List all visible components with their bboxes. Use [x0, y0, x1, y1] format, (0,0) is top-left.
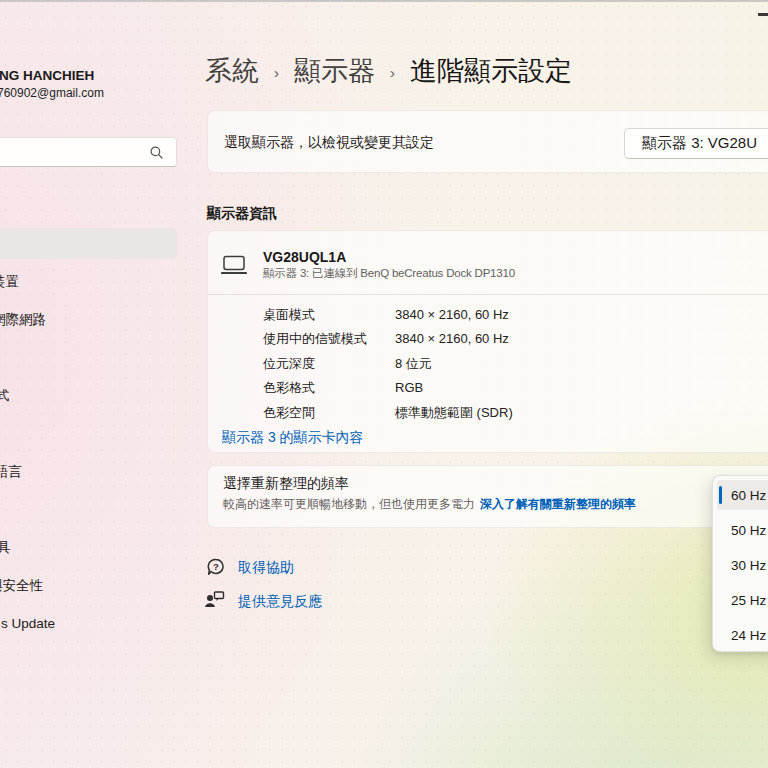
- sidebar-item-system-selected[interactable]: [0, 228, 177, 259]
- info-value: 8 位元: [395, 354, 432, 374]
- window-top-edge: [0, 0, 768, 2]
- info-value: 3840 × 2160, 60 Hz: [395, 329, 509, 349]
- breadcrumb-display[interactable]: 顯示器: [294, 53, 375, 89]
- learn-more-link[interactable]: 深入了解有關重新整理的頻率: [480, 497, 636, 511]
- get-help-icon: ?: [207, 558, 225, 576]
- select-display-label: 選取顯示器，以檢視或變更其設定: [224, 111, 434, 174]
- feedback-icon: [204, 590, 225, 609]
- search-input[interactable]: [0, 137, 177, 167]
- refresh-rate-title: 選擇重新整理的頻率: [223, 475, 349, 493]
- info-label: 桌面模式: [263, 307, 315, 322]
- info-label: 使用中的信號模式: [263, 331, 367, 346]
- display-info-section-title: 顯示器資訊: [207, 205, 277, 223]
- menu-item-label: 60 Hz: [731, 488, 766, 503]
- refresh-rate-card: 選擇重新整理的頻率 較高的速率可更順暢地移動，但也使用更多電力深入了解有關重新整…: [207, 465, 768, 528]
- settings-window: NG HANCHIEH 760902@gmail.com 裝置 網際網路 式 語…: [0, 0, 768, 768]
- info-label: 色彩空間: [263, 405, 315, 420]
- refresh-rate-description-text: 較高的速率可更順暢地移動，但也使用更多電力: [223, 497, 475, 511]
- info-row-desktop-mode: 桌面模式 3840 × 2160, 60 Hz: [263, 305, 315, 325]
- menu-item-50hz[interactable]: 50 Hz: [717, 515, 768, 545]
- refresh-rate-description: 較高的速率可更順暢地移動，但也使用更多電力深入了解有關重新整理的頻率: [223, 496, 636, 513]
- info-label: 色彩格式: [263, 380, 315, 395]
- send-feedback-link[interactable]: 提供意見反應: [238, 592, 322, 610]
- breadcrumb-system[interactable]: 系統: [205, 53, 259, 89]
- info-row-color-space: 色彩空間 標準動態範圍 (SDR): [263, 403, 315, 423]
- info-row-signal-mode: 使用中的信號模式 3840 × 2160, 60 Hz: [263, 329, 367, 349]
- monitor-icon: [221, 254, 247, 276]
- chevron-right-icon: ›: [390, 62, 395, 81]
- info-value: RGB: [395, 378, 423, 398]
- refresh-rate-menu: 60 Hz 50 Hz 30 Hz 25 Hz 24 Hz: [712, 475, 768, 652]
- menu-item-label: 30 Hz: [731, 558, 766, 573]
- minimize-icon[interactable]: [758, 13, 768, 16]
- display-selector-dropdown[interactable]: 顯示器 3: VG28U: [624, 128, 768, 159]
- menu-item-24hz[interactable]: 24 Hz: [717, 620, 768, 650]
- sidebar-item-accessibility[interactable]: 具: [0, 538, 11, 558]
- search-icon: [150, 146, 163, 159]
- menu-item-60hz[interactable]: 60 Hz: [717, 480, 768, 510]
- menu-item-label: 50 Hz: [731, 523, 766, 538]
- menu-item-30hz[interactable]: 30 Hz: [717, 550, 768, 580]
- menu-item-25hz[interactable]: 25 Hz: [717, 585, 768, 615]
- menu-item-label: 24 Hz: [731, 628, 766, 643]
- account-email: 760902@gmail.com: [0, 86, 104, 100]
- sidebar-item-apps[interactable]: 式: [0, 386, 10, 406]
- display-adapter-properties-link[interactable]: 顯示器 3 的顯示卡內容: [222, 427, 364, 447]
- info-row-bit-depth: 位元深度 8 位元: [263, 354, 315, 374]
- selected-indicator: [719, 486, 723, 504]
- card-divider: [208, 294, 768, 295]
- sidebar-item-time-language[interactable]: 語言: [0, 462, 22, 482]
- breadcrumb-current-page: 進階顯示設定: [410, 53, 572, 89]
- info-row-color-format: 色彩格式 RGB: [263, 378, 315, 398]
- select-display-card: 選取顯示器，以檢視或變更其設定 顯示器 3: VG28U: [207, 110, 768, 173]
- display-model-name: VG28UQL1A: [263, 249, 346, 265]
- menu-item-label: 25 Hz: [731, 593, 766, 608]
- info-label: 位元深度: [263, 356, 315, 371]
- get-help-link[interactable]: 取得協助: [238, 558, 294, 576]
- info-value: 3840 × 2160, 60 Hz: [395, 305, 509, 325]
- sidebar-item-bluetooth-devices[interactable]: 裝置: [0, 272, 19, 292]
- account-name: NG HANCHIEH: [0, 68, 94, 83]
- info-value: 標準動態範圍 (SDR): [395, 403, 513, 423]
- sidebar-item-windows-update[interactable]: s Update: [1, 614, 55, 634]
- svg-text:?: ?: [213, 561, 219, 572]
- display-connection-status: 顯示器 3: 已連線到 BenQ beCreatus Dock DP1310: [263, 266, 515, 281]
- chevron-right-icon: ›: [274, 62, 279, 81]
- sidebar-item-network-internet[interactable]: 網際網路: [0, 310, 46, 330]
- breadcrumb: 系統 › 顯示器 › 進階顯示設定: [205, 55, 572, 87]
- sidebar-item-privacy-security[interactable]: 與安全性: [0, 576, 43, 596]
